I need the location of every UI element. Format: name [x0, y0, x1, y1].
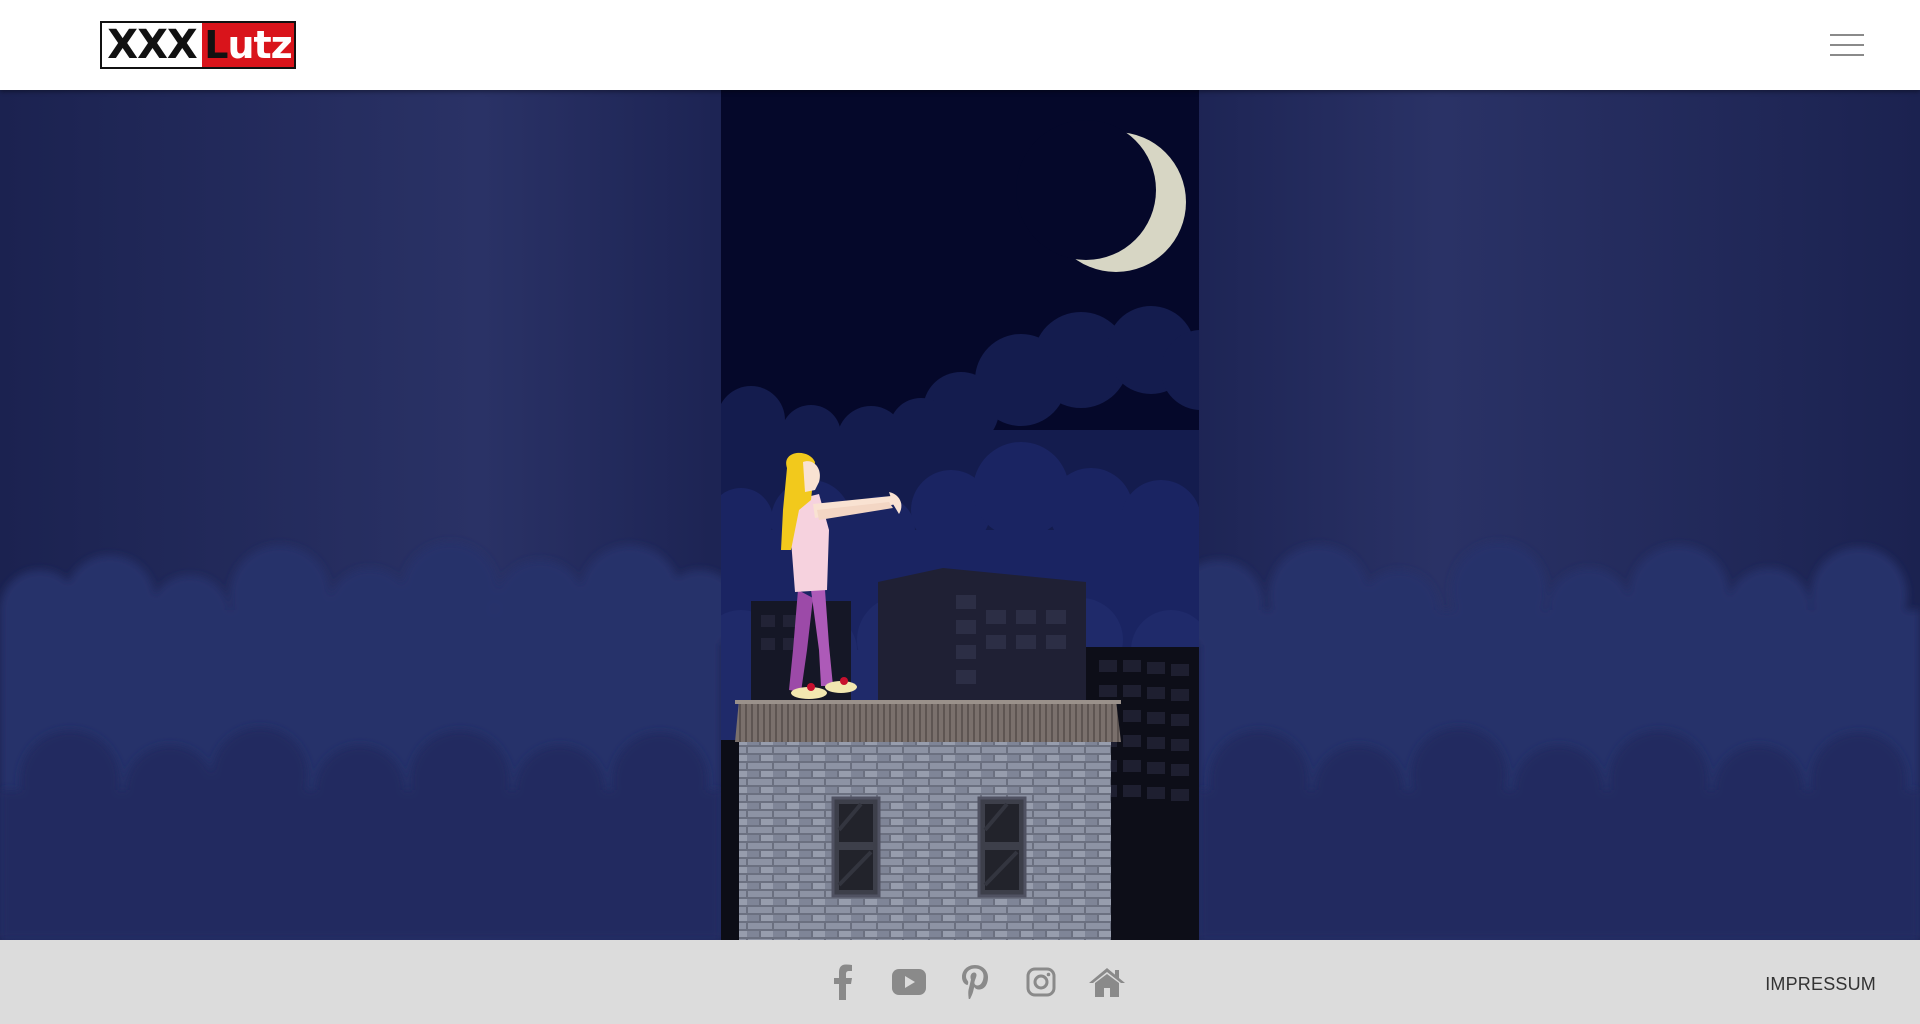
window-left — [831, 796, 881, 898]
site-footer: IMPRESSUM — [0, 940, 1920, 1024]
xxxlutz-logo[interactable]: XXX Lutz — [100, 21, 296, 69]
youtube-icon[interactable] — [876, 960, 942, 1004]
home-icon[interactable] — [1074, 960, 1140, 1004]
site-header: XXX Lutz — [0, 0, 1920, 90]
logo-lutz-text: Lutz — [202, 23, 294, 67]
pinterest-icon[interactable] — [942, 960, 1008, 1004]
game-stage — [0, 90, 1920, 940]
instagram-icon[interactable] — [1008, 960, 1074, 1004]
facebook-icon[interactable] — [810, 960, 876, 1004]
impressum-link[interactable]: IMPRESSUM — [1765, 974, 1876, 995]
hamburger-menu-icon[interactable] — [1830, 32, 1864, 58]
game-canvas[interactable] — [721, 90, 1199, 940]
window-right — [977, 796, 1027, 898]
logo-xxx-text: XXX — [107, 22, 198, 68]
social-links — [810, 960, 1140, 1004]
brick-building — [735, 700, 1121, 940]
background-clouds-right — [1199, 542, 1920, 940]
background-clouds-left — [0, 542, 721, 940]
